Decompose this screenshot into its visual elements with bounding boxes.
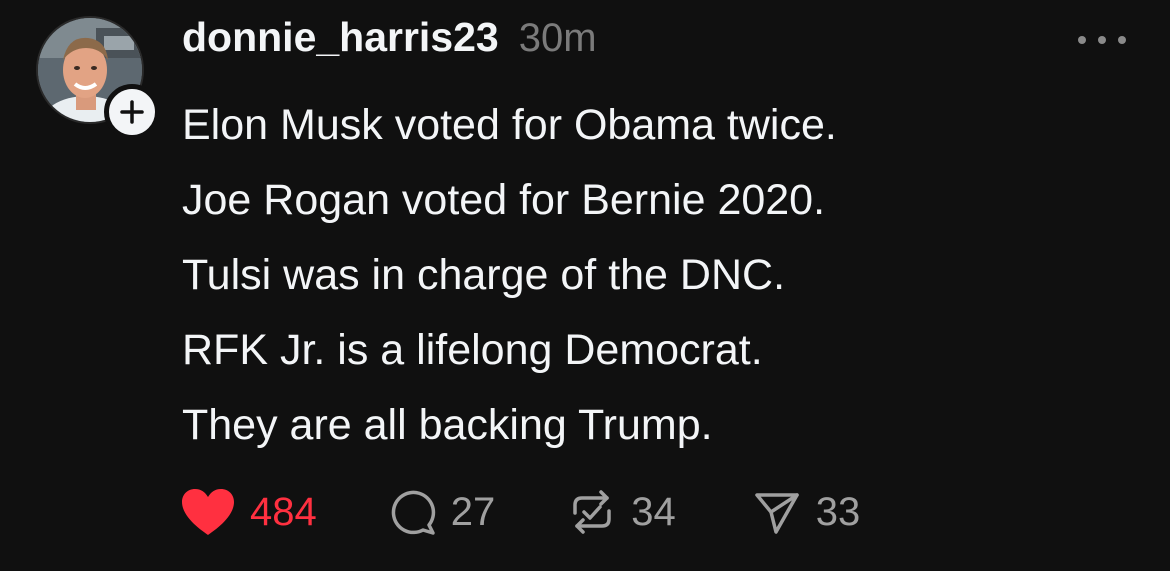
post-header: donnie_harris23 30m (182, 14, 597, 72)
share-button[interactable]: 33 (752, 484, 861, 540)
reply-count: 27 (450, 489, 496, 534)
username-link[interactable]: donnie_harris23 (182, 14, 499, 61)
send-paper-plane-icon (755, 493, 799, 534)
avatar-container[interactable] (36, 16, 160, 140)
post-text-line: RFK Jr. is a lifelong Democrat. (182, 326, 763, 374)
follow-button[interactable] (104, 84, 160, 140)
repost-icon (573, 490, 611, 534)
repost-count: 34 (631, 489, 676, 534)
more-dot-icon (1098, 36, 1106, 44)
speech-bubble-icon (391, 490, 435, 535)
repost-button[interactable]: 34 (567, 484, 676, 540)
more-options-button[interactable] (1078, 28, 1126, 52)
like-count: 484 (250, 489, 317, 534)
post-text-line: Joe Rogan voted for Bernie 2020. (182, 176, 826, 224)
heart-filled-icon (182, 489, 234, 535)
thread-post: donnie_harris23 30m Elon Musk voted for … (0, 0, 1170, 571)
more-dot-icon (1078, 36, 1086, 44)
post-text: Elon Musk voted for Obama twice. Joe Rog… (182, 88, 1122, 463)
post-text-line: Tulsi was in charge of the DNC. (182, 251, 786, 299)
post-actions: 484 27 34 33 (180, 484, 860, 540)
reply-button[interactable]: 27 (387, 484, 496, 540)
share-count: 33 (815, 489, 861, 534)
post-timestamp: 30m (518, 16, 597, 60)
post-text-line: They are all backing Trump. (182, 401, 713, 449)
plus-icon (120, 100, 144, 124)
like-button[interactable]: 484 (180, 484, 317, 540)
more-dot-icon (1118, 36, 1126, 44)
post-text-line: Elon Musk voted for Obama twice. (182, 101, 837, 149)
